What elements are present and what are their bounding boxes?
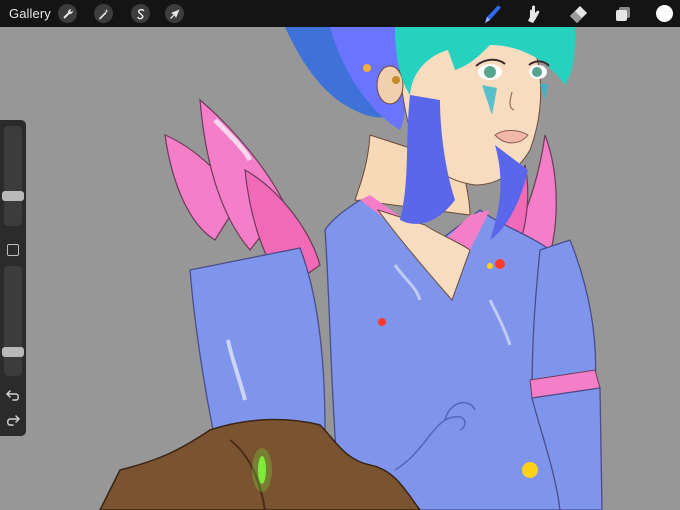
brush-size-slider[interactable] — [2, 126, 24, 226]
top-toolbar: Gallery — [0, 0, 680, 27]
left-sidebar — [0, 120, 26, 436]
gallery-button[interactable]: Gallery — [9, 6, 51, 21]
layers-icon[interactable] — [612, 3, 634, 25]
transform-arrow-icon[interactable] — [165, 4, 184, 23]
selection-icon[interactable] — [131, 4, 150, 23]
opacity-thumb[interactable] — [2, 347, 24, 357]
redo-icon[interactable] — [5, 413, 21, 427]
magic-wand-icon[interactable] — [94, 4, 113, 23]
canvas-artwork[interactable] — [0, 27, 680, 510]
brush-icon[interactable] — [482, 3, 504, 25]
smudge-icon[interactable] — [524, 3, 546, 25]
wrench-icon[interactable] — [58, 4, 77, 23]
brush-size-thumb[interactable] — [2, 191, 24, 201]
square-icon[interactable] — [7, 244, 19, 256]
color-swatch[interactable] — [656, 5, 673, 22]
undo-icon[interactable] — [5, 388, 21, 402]
eraser-icon[interactable] — [567, 3, 589, 25]
opacity-slider[interactable] — [2, 266, 24, 376]
